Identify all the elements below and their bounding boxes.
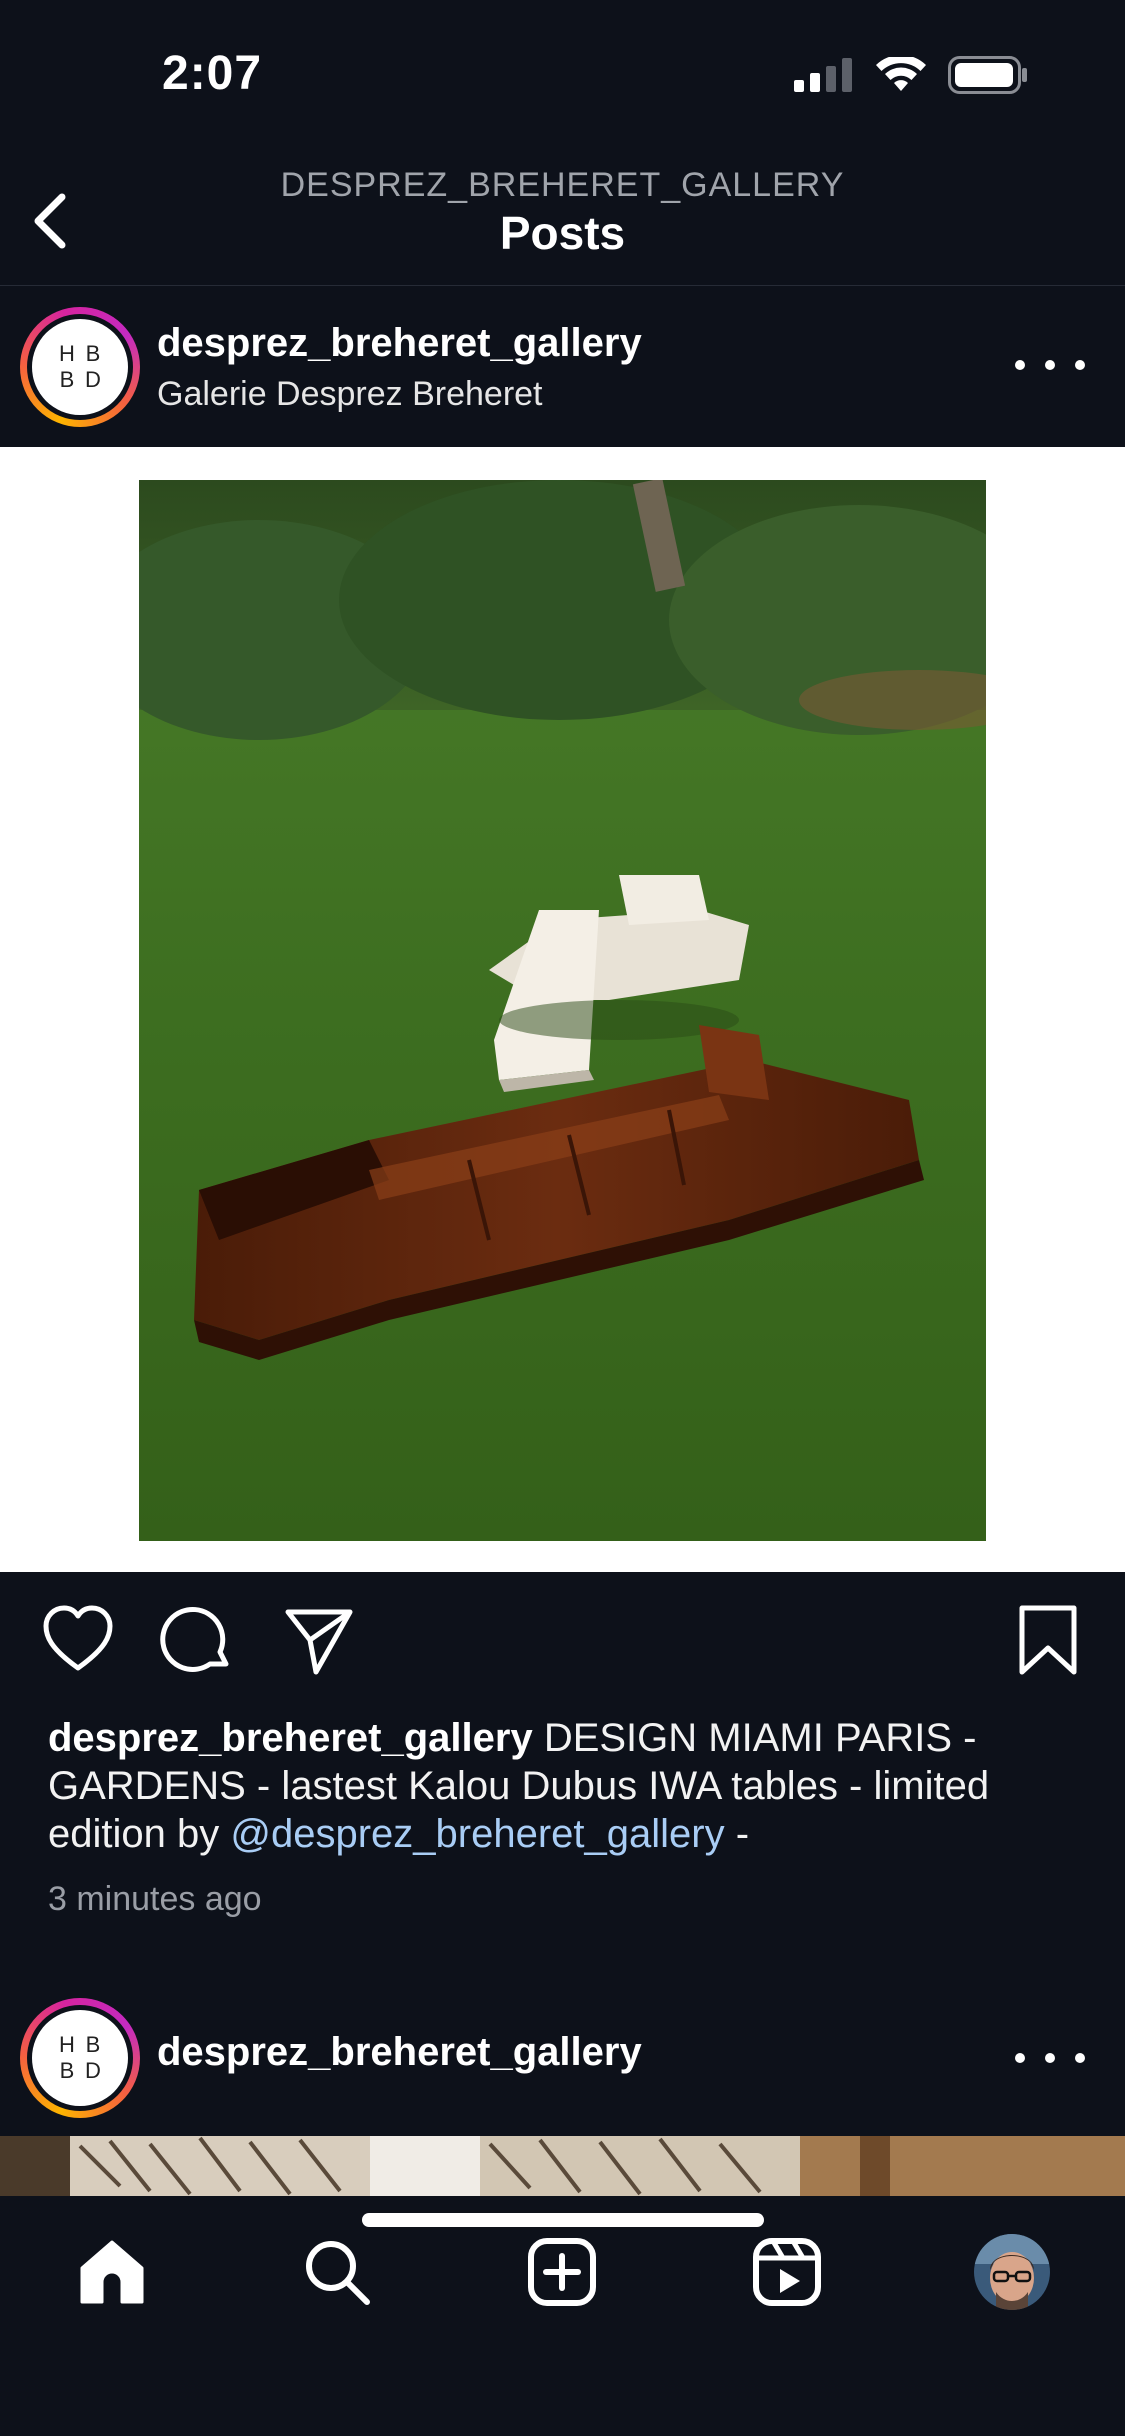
share-icon[interactable] [280, 1602, 356, 1678]
avatar[interactable]: H B B D [20, 307, 140, 427]
caption-mention[interactable]: @desprez_breheret_gallery [230, 1812, 724, 1856]
next-post-header: H B B D desprez_breheret_gallery [0, 1994, 1125, 2154]
caption-trailing: - [735, 1812, 750, 1856]
gallery-logo: H B B D [32, 319, 128, 415]
tab-bar [0, 2196, 1125, 2436]
bookmark-icon[interactable] [1010, 1602, 1086, 1678]
cellular-signal-icon [794, 58, 852, 92]
post-actions [0, 1602, 1125, 1682]
wifi-icon [876, 57, 926, 91]
avatar[interactable]: H B B D [20, 1998, 140, 2118]
nav-header: DESPREZ_BREHERET_GALLERY Posts [0, 140, 1125, 286]
tab-home[interactable] [72, 2232, 152, 2312]
post-timestamp: 3 minutes ago [48, 1880, 262, 1918]
next-post-media[interactable] [0, 2136, 1125, 2196]
comment-icon[interactable] [160, 1602, 236, 1678]
reels-icon [753, 2238, 821, 2306]
page-title: Posts [499, 207, 626, 259]
search-icon [306, 2241, 370, 2305]
more-options-button[interactable] [1015, 345, 1085, 385]
home-icon [80, 2240, 144, 2304]
status-bar: 2:07 [0, 0, 1125, 140]
status-time: 2:07 [162, 47, 263, 100]
battery-icon [948, 56, 1027, 94]
post-header: H B B D desprez_breheret_gallery Galerie… [0, 287, 1125, 447]
profile-avatar [974, 2234, 1050, 2310]
post-subtitle[interactable]: Galerie Desprez Breheret [157, 375, 543, 414]
home-indicator [362, 2213, 764, 2227]
status-icons [794, 56, 1028, 94]
create-icon [528, 2238, 596, 2306]
post-photo [139, 480, 986, 1541]
heart-icon[interactable] [40, 1602, 116, 1678]
post-username[interactable]: desprez_breheret_gallery [157, 321, 642, 366]
caption-username[interactable]: desprez_breheret_gallery [48, 1716, 533, 1760]
post-username[interactable]: desprez_breheret_gallery [157, 2030, 642, 2075]
post-media[interactable] [0, 447, 1125, 1572]
gallery-logo: H B B D [32, 2010, 128, 2106]
nav-subtitle: DESPREZ_BREHERET_GALLERY [280, 166, 845, 204]
tab-profile[interactable] [972, 2232, 1052, 2312]
tab-search[interactable] [297, 2232, 377, 2312]
more-options-button[interactable] [1015, 2038, 1085, 2078]
tab-create[interactable] [522, 2232, 602, 2312]
post-caption: desprez_breheret_gallery DESIGN MIAMI PA… [48, 1714, 1088, 1858]
tab-reels[interactable] [747, 2232, 827, 2312]
